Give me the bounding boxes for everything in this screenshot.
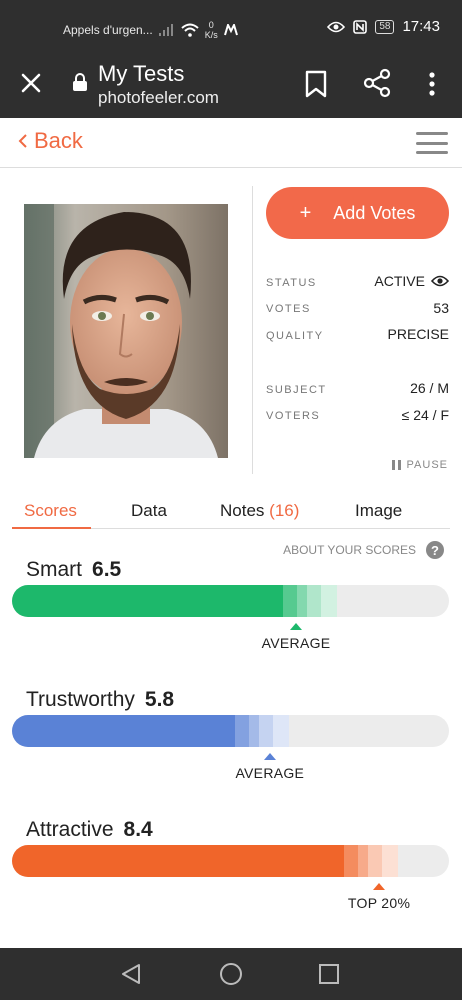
votes-label: VOTES [266,303,311,315]
score-smart-marker-label: AVERAGE [261,635,331,651]
system-nav-bar [0,948,462,1000]
score-trustworthy-marker-label: AVERAGE [235,765,305,781]
net-speed-value: 0 [208,20,214,30]
score-name: Trustworthy [26,688,135,711]
tab-notes-label: Notes [220,501,265,520]
bookmark-icon[interactable] [303,69,329,99]
app-header: Back [0,118,462,168]
status-value: ACTIVE [374,273,425,289]
score-bar-range-segment [282,585,297,617]
add-votes-button[interactable]: + Add Votes [266,187,449,239]
score-bar-range-segment [382,845,399,877]
nav-back-icon[interactable] [120,962,142,986]
portrait-image [24,204,228,458]
about-scores-label: ABOUT YOUR SCORES [283,543,416,557]
score-attractive-label: Attractive 8.4 [26,818,153,842]
voters-label: VOTERS [266,410,321,422]
net-speed-unit: K/s [204,30,218,40]
share-icon[interactable] [363,68,391,98]
score-attractive-marker-label: TOP 20% [347,895,411,911]
lock-icon [73,73,87,91]
close-icon[interactable] [18,70,44,96]
score-name: Smart [26,558,83,581]
quality-value: PRECISE [387,326,449,342]
score-bar-range-segment [272,715,289,747]
subject-label: SUBJECT [266,384,327,396]
score-bar-range-segment [258,715,273,747]
battery-indicator: 58 [375,19,395,34]
clock: 17:43 [402,18,440,35]
nav-recents-icon[interactable] [318,963,340,985]
score-trustworthy-marker-icon [263,753,276,760]
score-trustworthy-label: Trustworthy 5.8 [26,688,174,712]
more-vert-icon[interactable] [424,69,440,99]
quality-label: QUALITY [266,330,324,342]
app-notification-icon [223,24,238,36]
tab-bar: Scores Data Notes (16) Image [12,497,450,529]
pause-label: PAUSE [406,459,448,471]
question-icon: ? [426,541,444,559]
nav-home-icon[interactable] [219,962,243,986]
back-button[interactable]: Back [18,128,83,154]
score-value: 5.8 [144,688,175,711]
net-speed: 0 K/s [205,20,218,40]
score-bar-range-segment [368,845,383,877]
score-attractive-marker-icon [373,883,386,890]
score-bar-fill [12,585,283,617]
score-bar-range-segment [358,845,369,877]
score-value: 6.5 [92,558,122,581]
status-bar: Appels d'urgen... 0 K/s 58 17:43 [0,0,462,52]
pause-button[interactable]: PAUSE [391,459,448,471]
chevron-left-icon [18,134,27,148]
subject-value: 26 / M [410,380,449,396]
tab-scores[interactable]: Scores [24,501,77,521]
page-title: My Tests [98,61,185,86]
score-name: Attractive [26,818,114,841]
score-trustworthy-bar [12,715,449,747]
score-bar-range-segment [320,585,337,617]
votes-value: 53 [433,300,449,316]
status-right: 58 17:43 [327,18,440,35]
score-bar-range-segment [296,585,307,617]
score-bar-fill [12,845,345,877]
score-bar-range-segment [248,715,259,747]
wifi-icon [181,23,199,37]
carrier-text: Appels d'urgen... [63,23,153,37]
plus-icon: + [299,201,312,224]
add-votes-label: Add Votes [333,202,416,223]
nfc-icon [353,19,368,34]
score-smart-bar [12,585,449,617]
score-smart-label: Smart 6.5 [26,558,121,582]
menu-icon[interactable] [416,132,448,154]
active-tab-indicator [12,527,91,529]
page-url[interactable]: photofeeler.com [98,88,219,108]
eye-status-icon [327,21,346,32]
tab-notes[interactable]: Notes (16) [220,501,299,521]
tab-image[interactable]: Image [355,501,402,521]
notes-count-badge: (16) [269,501,300,520]
pause-icon [391,460,401,470]
score-bar-range-segment [234,715,249,747]
voters-value: ≤ 24 / F [401,407,449,423]
score-attractive-bar [12,845,449,877]
status-label: STATUS [266,277,317,289]
score-bar-range-segment [306,585,321,617]
browser-toolbar: My Tests photofeeler.com [0,52,462,118]
test-photo[interactable] [24,204,228,458]
status-value-row: ACTIVE [374,273,449,289]
about-scores-link[interactable]: ABOUT YOUR SCORES ? [283,541,444,559]
eye-icon [431,275,449,287]
signal-icon [158,24,173,36]
score-value: 8.4 [123,818,153,841]
score-bar-range-segment [344,845,359,877]
vertical-divider [252,186,253,474]
score-bar-fill [12,715,235,747]
tab-data[interactable]: Data [131,501,167,521]
back-label: Back [34,128,83,153]
status-left: Appels d'urgen... 0 K/s [63,20,238,40]
score-smart-marker-icon [290,623,303,630]
